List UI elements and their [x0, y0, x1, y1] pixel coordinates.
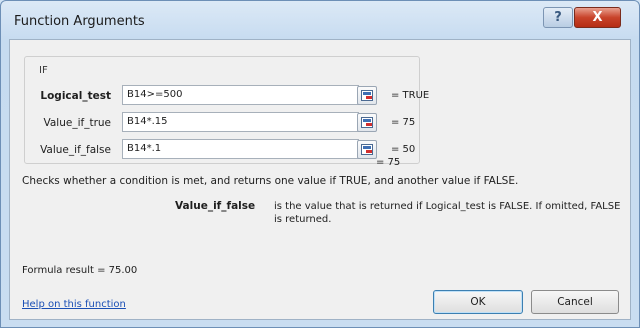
function-name: IF	[39, 65, 48, 76]
function-description: Checks whether a condition is met, and r…	[22, 175, 519, 187]
logical-test-collapse-button[interactable]	[357, 86, 377, 105]
cancel-button[interactable]: Cancel	[531, 290, 619, 314]
argument-help-text: is the value that is returned if Logical…	[274, 201, 621, 225]
dialog-title: Function Arguments	[14, 14, 145, 29]
question-mark-icon: ?	[554, 10, 562, 25]
argument-help-name: Value_if_false	[175, 200, 256, 212]
dialog-content: IF Logical_test B14>=500 = TRUE Value_if…	[9, 39, 631, 320]
function-result: = 75	[376, 157, 401, 168]
logical-test-result: = TRUE	[391, 90, 430, 101]
range-selector-icon	[361, 144, 373, 155]
value-if-false-result: = 50	[391, 144, 416, 155]
value-if-true-label: Value_if_true	[43, 117, 112, 129]
formula-result: Formula result = 75.00	[22, 265, 138, 276]
close-button[interactable]: X	[574, 7, 621, 28]
value-if-false-collapse-button[interactable]	[357, 140, 377, 159]
close-icon: X	[592, 10, 603, 25]
value-if-true-result: = 75	[391, 117, 416, 128]
range-selector-icon	[361, 90, 373, 101]
value-if-true-input[interactable]: B14*.15	[122, 112, 359, 132]
logical-test-input[interactable]: B14>=500	[122, 85, 359, 105]
value-if-false-input[interactable]: B14*.1	[122, 139, 359, 159]
range-selector-icon	[361, 117, 373, 128]
title-bar: Function Arguments ? X	[1, 1, 639, 39]
value-if-true-collapse-button[interactable]	[357, 113, 377, 132]
help-title-button[interactable]: ?	[543, 7, 573, 28]
function-arguments-dialog: Function Arguments ? X IF Logical_test B…	[0, 0, 640, 328]
value-if-false-label: Value_if_false	[40, 144, 111, 156]
arguments-group: IF Logical_test B14>=500 = TRUE Value_if…	[24, 56, 429, 164]
logical-test-label: Logical_test	[40, 90, 111, 102]
ok-button[interactable]: OK	[433, 290, 523, 314]
help-on-function-link[interactable]: Help on this function	[22, 299, 126, 310]
